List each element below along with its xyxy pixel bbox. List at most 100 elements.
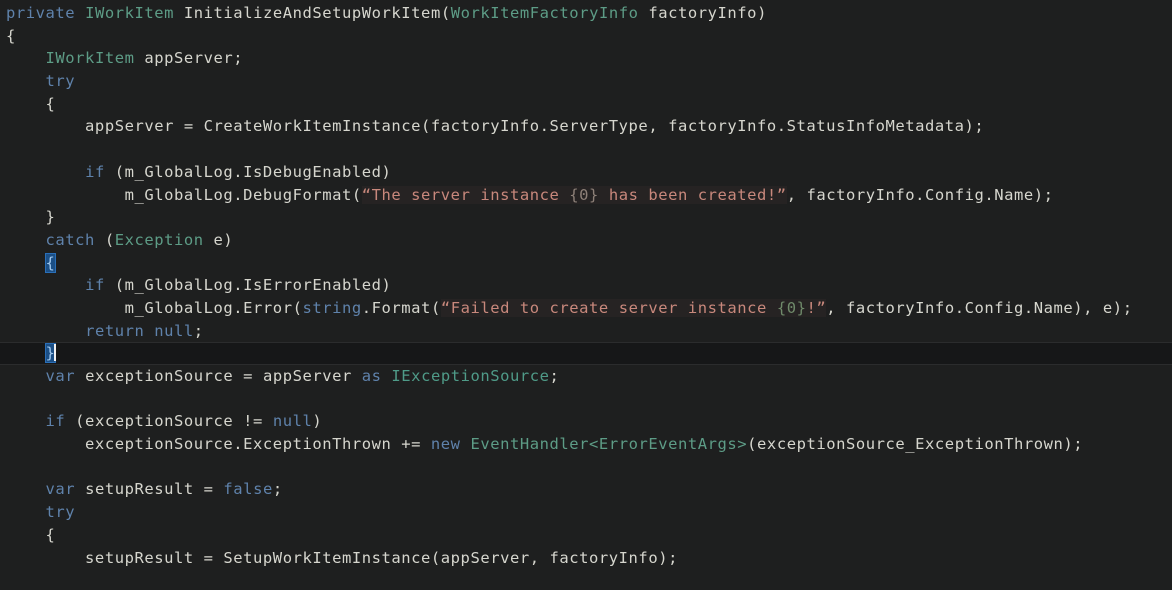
code-line[interactable]: if (m_GlobalLog.IsErrorEnabled) bbox=[0, 274, 1172, 297]
code-token: null bbox=[154, 321, 194, 340]
code-token: try bbox=[45, 72, 76, 91]
code-token: (m_GlobalLog.IsDebugEnabled) bbox=[104, 162, 392, 181]
code-line[interactable] bbox=[0, 388, 1172, 411]
code-token: appServer = CreateWorkItemInstance(facto… bbox=[6, 117, 985, 136]
code-token: IWorkItem bbox=[85, 4, 175, 22]
code-line[interactable]: if (m_GlobalLog.IsDebugEnabled) bbox=[0, 161, 1172, 184]
code-line[interactable]: } bbox=[0, 342, 1172, 365]
code-token: } bbox=[6, 208, 56, 227]
code-line[interactable]: return null; bbox=[0, 320, 1172, 343]
code-token: private bbox=[6, 4, 76, 22]
code-token: Exception bbox=[114, 230, 204, 249]
code-line[interactable]: { bbox=[0, 25, 1172, 48]
code-token: InitializeAndSetupWorkItem( bbox=[174, 4, 451, 22]
code-line[interactable]: setupResult = SetupWorkItemInstance(appS… bbox=[0, 547, 1172, 570]
code-line[interactable]: catch (Exception e) bbox=[0, 229, 1172, 252]
code-token: m_GlobalLog.DebugFormat( bbox=[6, 185, 362, 204]
code-token: .Format( bbox=[361, 298, 441, 317]
code-token: “Failed to create server instance bbox=[440, 298, 777, 317]
code-line[interactable] bbox=[0, 456, 1172, 479]
code-token: ( bbox=[94, 230, 115, 249]
code-token: setupResult = SetupWorkItemInstance(appS… bbox=[6, 548, 678, 567]
code-editor[interactable]: private IWorkItem InitializeAndSetupWork… bbox=[0, 0, 1172, 590]
code-token: (m_GlobalLog.IsErrorEnabled) bbox=[104, 276, 392, 295]
code-token: if bbox=[45, 412, 66, 431]
code-token: ) bbox=[312, 412, 323, 431]
code-line[interactable]: var exceptionSource = appServer as IExce… bbox=[0, 365, 1172, 388]
code-token: if bbox=[85, 276, 105, 295]
code-token: var bbox=[45, 480, 76, 499]
code-token: { bbox=[6, 94, 56, 113]
code-line[interactable]: m_GlobalLog.Error(string.Format(“Failed … bbox=[0, 297, 1172, 320]
code-token: as bbox=[361, 367, 382, 385]
code-token: , factoryInfo.Config.Name), e); bbox=[826, 298, 1133, 317]
text-caret bbox=[54, 344, 57, 362]
code-token: {0} bbox=[569, 185, 599, 204]
code-token: setupResult = bbox=[75, 480, 224, 499]
code-token: if bbox=[85, 162, 105, 181]
code-token: null bbox=[272, 412, 313, 431]
code-token: EventHandler<ErrorEventArgs> bbox=[470, 435, 748, 454]
code-token: { bbox=[6, 525, 56, 544]
code-line[interactable]: appServer = CreateWorkItemInstance(facto… bbox=[0, 115, 1172, 138]
code-token: ; bbox=[193, 321, 204, 340]
code-token: !” bbox=[806, 298, 827, 317]
code-token: (exceptionSource != bbox=[65, 412, 273, 431]
code-line[interactable]: } bbox=[0, 206, 1172, 229]
code-line[interactable]: { bbox=[0, 524, 1172, 547]
code-token: IExceptionSource bbox=[391, 367, 550, 385]
code-token: ; bbox=[549, 367, 560, 385]
code-token: factoryInfo) bbox=[638, 4, 767, 22]
code-line[interactable]: IWorkItem appServer; bbox=[0, 47, 1172, 70]
code-token: IWorkItem bbox=[45, 49, 135, 68]
code-token: e) bbox=[203, 230, 234, 249]
code-text-area[interactable]: private IWorkItem InitializeAndSetupWork… bbox=[0, 2, 1172, 569]
code-line[interactable] bbox=[0, 138, 1172, 161]
code-token: new bbox=[430, 435, 461, 454]
code-line[interactable]: private IWorkItem InitializeAndSetupWork… bbox=[0, 2, 1172, 25]
code-token: try bbox=[45, 503, 76, 522]
code-token: exceptionSource.ExceptionThrown += bbox=[6, 435, 431, 454]
code-token: string bbox=[302, 298, 362, 317]
code-line[interactable]: { bbox=[0, 252, 1172, 275]
code-token: m_GlobalLog.Error( bbox=[6, 298, 303, 317]
code-token: { bbox=[45, 253, 56, 272]
code-token: “The server instance bbox=[361, 185, 570, 204]
code-token: exceptionSource = appServer bbox=[75, 367, 362, 385]
code-token: WorkItemFactoryInfo bbox=[450, 4, 639, 22]
code-token: false bbox=[223, 480, 273, 499]
code-line[interactable]: try bbox=[0, 70, 1172, 93]
code-line[interactable]: { bbox=[0, 93, 1172, 116]
code-token: {0} bbox=[776, 298, 807, 317]
code-token: appServer; bbox=[134, 49, 244, 68]
code-token: return bbox=[85, 321, 145, 340]
code-line[interactable]: if (exceptionSource != null) bbox=[0, 410, 1172, 433]
code-token: has been created!” bbox=[598, 185, 787, 204]
code-token: , factoryInfo.Config.Name); bbox=[786, 185, 1054, 204]
code-line[interactable]: try bbox=[0, 501, 1172, 524]
code-token: (exceptionSource_ExceptionThrown); bbox=[747, 435, 1084, 454]
code-token: catch bbox=[45, 230, 95, 249]
code-token: { bbox=[6, 26, 16, 45]
code-token: var bbox=[45, 367, 76, 385]
code-line[interactable]: var setupResult = false; bbox=[0, 478, 1172, 501]
code-token: ; bbox=[272, 480, 283, 499]
code-line[interactable]: exceptionSource.ExceptionThrown += new E… bbox=[0, 433, 1172, 456]
code-line[interactable]: m_GlobalLog.DebugFormat(“The server inst… bbox=[0, 184, 1172, 207]
